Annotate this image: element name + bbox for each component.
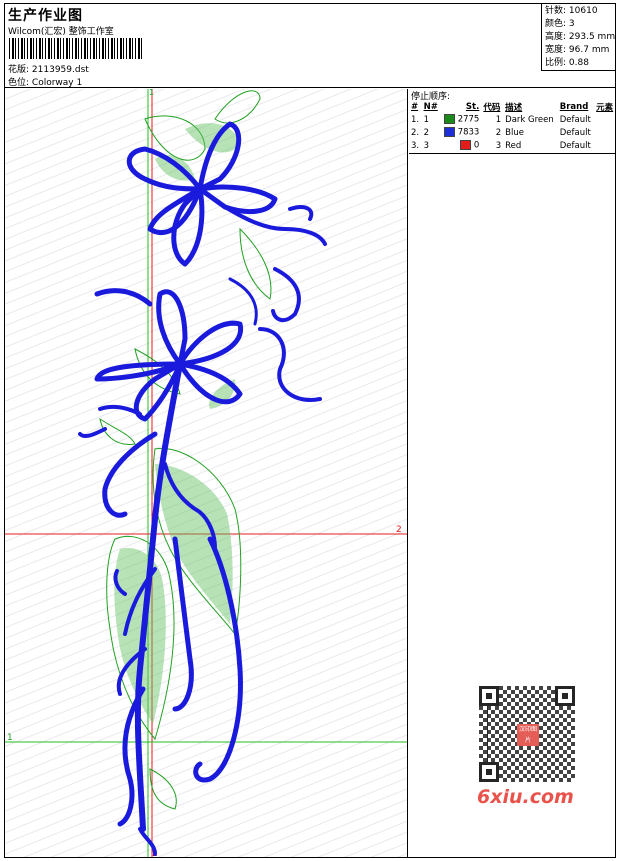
stat-width: 宽度: 96.7 mm bbox=[545, 45, 610, 55]
watermark: 汉印图片 6xiu.com bbox=[471, 680, 585, 815]
col-desc: 描述 bbox=[505, 103, 523, 113]
design-file-label: 花版: bbox=[8, 65, 30, 75]
design-file-value: 2113959.dst bbox=[31, 65, 89, 75]
col-index: # bbox=[411, 102, 419, 112]
stat-colors: 颜色: 3 bbox=[545, 19, 575, 29]
color-swatch bbox=[444, 114, 455, 125]
stat-height: 高度: 293.5 mm bbox=[545, 32, 616, 42]
design-canvas[interactable]: 1 2 1 2 bbox=[5, 89, 408, 857]
table-row[interactable]: 1. 1 2775 1 Dark Green Default bbox=[409, 113, 616, 126]
page-title: 生产作业图 bbox=[8, 8, 83, 24]
watermark-stamp: 汉印图片 bbox=[517, 724, 539, 746]
color-swatch bbox=[460, 140, 472, 151]
color-swatch bbox=[444, 127, 455, 138]
barcode bbox=[9, 38, 144, 59]
stats-box: 针数: 10610 颜色: 3 高度: 293.5 mm 宽度: 96.7 mm… bbox=[541, 3, 616, 71]
design-file: 花版: 2113959.dst bbox=[8, 62, 89, 75]
header: 生产作业图 Wilcom(汇宏) 整饰工作室 花版: 2113959.dst 色… bbox=[4, 3, 616, 88]
col-stitches: St. bbox=[465, 102, 480, 112]
colorway: 色位: Colorway 1 bbox=[8, 75, 82, 88]
col-code: 代码 bbox=[483, 103, 501, 113]
table-row[interactable]: 3. 3 0 3 Red Default bbox=[409, 139, 616, 152]
company-name: Wilcom(汇宏) 整饰工作室 bbox=[8, 27, 114, 37]
stat-scale: 比例: 0.88 bbox=[545, 58, 589, 68]
col-brand: Brand bbox=[559, 102, 589, 112]
colorway-label: 色位: bbox=[8, 78, 30, 88]
stop-sequence-table: # N# St. 代码 描述 Brand 元素 1. 1 2775 1 Dark… bbox=[409, 101, 616, 152]
stat-stitches: 针数: 10610 bbox=[545, 6, 598, 16]
col-element: 元素 bbox=[596, 103, 614, 113]
col-n: N# bbox=[423, 102, 438, 112]
watermark-site: 6xiu.com bbox=[477, 786, 574, 808]
qr-code: 汉印图片 bbox=[479, 686, 575, 782]
table-row[interactable]: 2. 2 7833 2 Blue Default bbox=[409, 126, 616, 139]
embroidery-preview: 1 2 1 2 bbox=[5, 89, 407, 857]
divider bbox=[409, 153, 616, 154]
colorway-value: Colorway 1 bbox=[31, 78, 83, 88]
marker-h-red: 2 bbox=[396, 525, 402, 535]
marker-v-top: 1 bbox=[149, 89, 154, 97]
marker-h-green: 1 bbox=[7, 733, 13, 743]
table-header-row: # N# St. 代码 描述 Brand 元素 bbox=[409, 101, 616, 113]
